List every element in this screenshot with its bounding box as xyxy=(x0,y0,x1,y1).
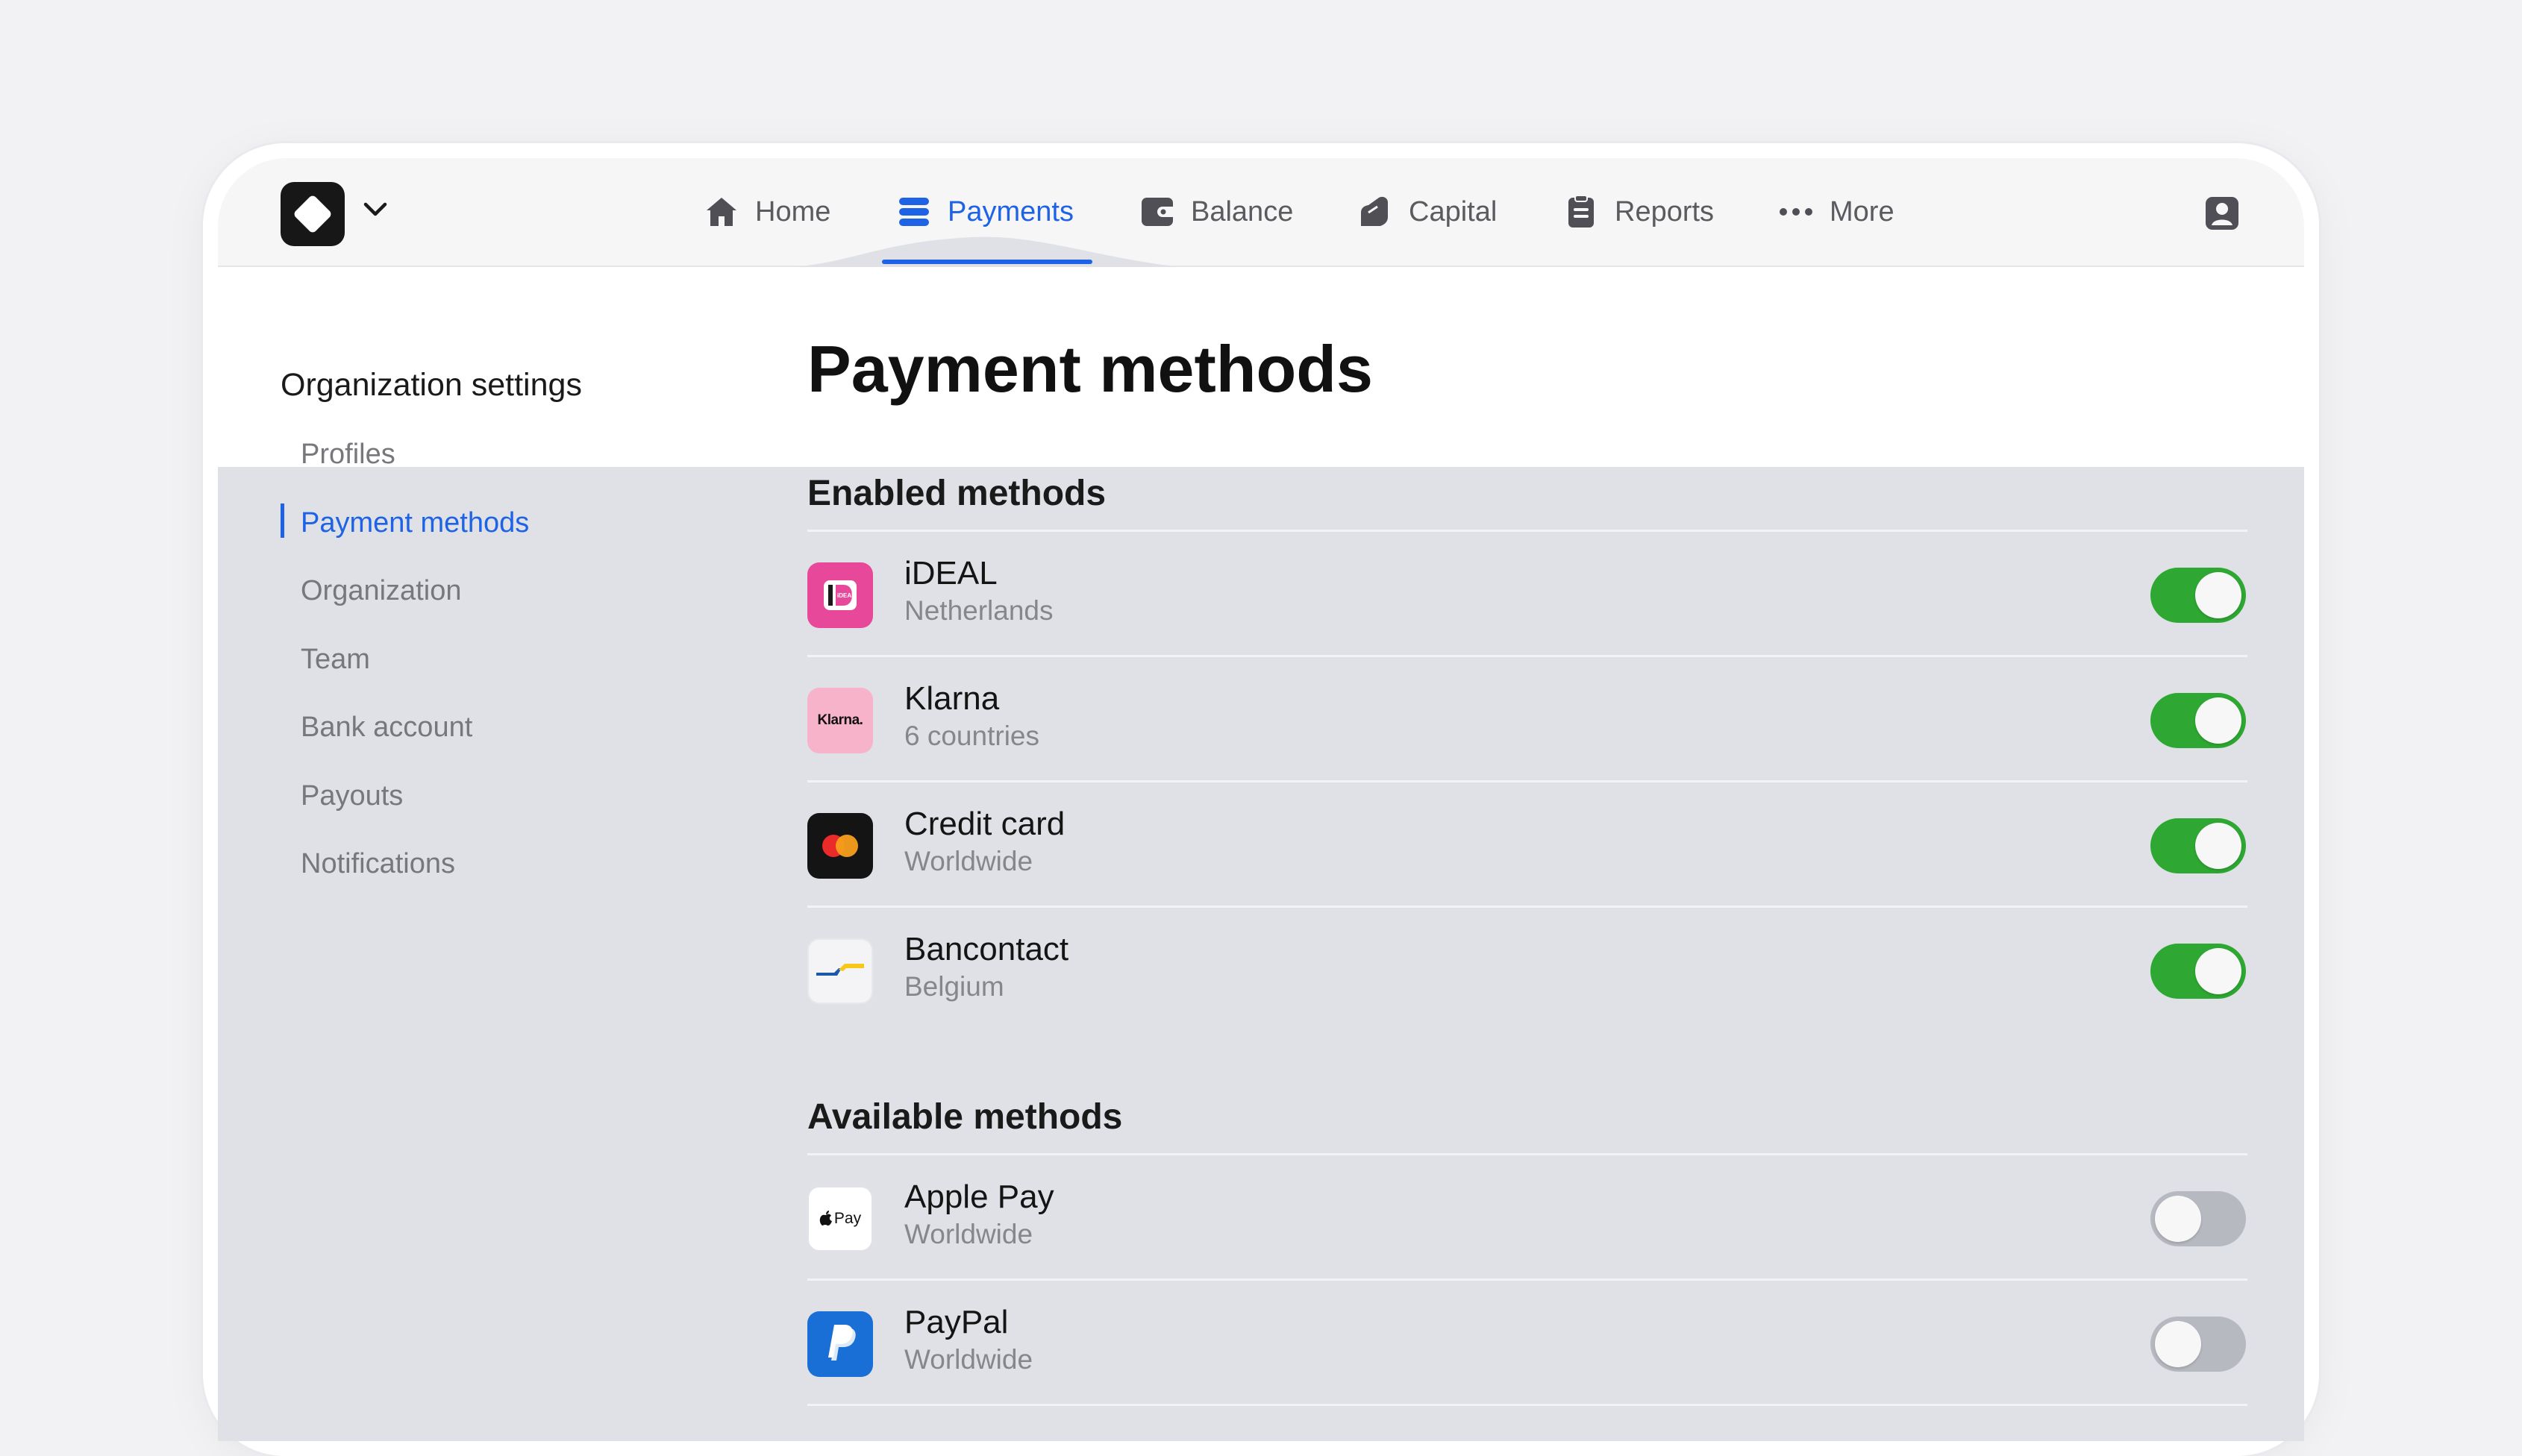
payment-method-region: 6 countries xyxy=(904,721,1039,751)
payment-method-region: Netherlands xyxy=(904,595,1054,626)
home-icon xyxy=(707,198,736,226)
ideal-toggle[interactable] xyxy=(2150,568,2246,623)
sidebar-active-marker xyxy=(281,503,284,538)
nav-payments-label: Payments xyxy=(948,195,1074,228)
sidebar-item-notifications[interactable]: Notifications xyxy=(301,848,455,880)
divider xyxy=(807,530,2247,532)
nav-more[interactable]: More xyxy=(1779,191,1894,233)
apple-pay-logo-text: Pay xyxy=(833,1210,862,1227)
divider xyxy=(807,780,2247,782)
sidebar-item-team[interactable]: Team xyxy=(301,644,370,676)
payment-method-name: Credit card xyxy=(904,806,1066,842)
nav-reports-label: Reports xyxy=(1615,195,1715,228)
payment-method-region: Belgium xyxy=(904,971,1004,1002)
user-avatar-icon[interactable] xyxy=(2204,195,2240,231)
enabled-methods-heading: Enabled methods xyxy=(807,474,1107,513)
payment-method-name: PayPal xyxy=(904,1304,1009,1340)
toggle-knob xyxy=(2195,572,2241,618)
divider xyxy=(807,1404,2247,1406)
payment-method-region: Worldwide xyxy=(904,1344,1033,1375)
credit-card-toggle[interactable] xyxy=(2150,818,2246,873)
page-title: Payment methods xyxy=(807,332,1373,406)
nav-capital[interactable]: Capital xyxy=(1358,191,1497,233)
payment-method-row-credit-card: Credit card Worldwide xyxy=(807,806,2247,938)
toggle-knob xyxy=(2195,948,2241,994)
payment-method-row-bancontact: Bancontact Belgium xyxy=(807,931,2247,1064)
sidebar-item-organization[interactable]: Organization xyxy=(301,575,461,607)
nav-home[interactable]: Home xyxy=(704,191,830,233)
nav-balance-label: Balance xyxy=(1191,195,1294,228)
app-logo[interactable] xyxy=(281,182,345,246)
chevron-down-icon[interactable] xyxy=(363,201,388,218)
nav-capital-label: Capital xyxy=(1409,195,1498,228)
divider xyxy=(807,906,2247,908)
nav-active-indicator xyxy=(882,260,1092,264)
apple-pay-icon: Pay xyxy=(807,1186,873,1252)
payments-icon xyxy=(899,198,929,226)
payment-method-row-ideal: iDEAL iDEAL Netherlands xyxy=(807,555,2247,688)
payment-method-name: Bancontact xyxy=(904,931,1069,967)
divider xyxy=(807,1153,2247,1155)
paypal-icon xyxy=(807,1311,873,1377)
app-screen: Home Payments Balance Capital Reports Mo… xyxy=(218,158,2304,1441)
capital-icon xyxy=(1361,196,1388,226)
payment-method-region: Worldwide xyxy=(904,846,1033,876)
payment-method-row-paypal: PayPal Worldwide xyxy=(807,1304,2247,1437)
payment-method-name: Klarna xyxy=(904,680,1000,717)
klarna-toggle[interactable] xyxy=(2150,693,2246,748)
toggle-knob xyxy=(2195,823,2241,869)
nav-more-label: More xyxy=(1830,195,1894,228)
divider xyxy=(807,1278,2247,1281)
ideal-icon: iDEAL xyxy=(807,562,873,628)
nav-balance[interactable]: Balance xyxy=(1140,191,1293,233)
mastercard-icon xyxy=(807,813,873,879)
toggle-knob xyxy=(2155,1321,2201,1367)
bancontact-toggle[interactable] xyxy=(2150,944,2246,999)
paypal-toggle[interactable] xyxy=(2150,1317,2246,1372)
payment-method-name: Apple Pay xyxy=(904,1179,1054,1215)
sidebar-item-bank-account[interactable]: Bank account xyxy=(301,712,472,744)
klarna-logo-text: Klarna. xyxy=(817,712,863,728)
clipboard-icon xyxy=(1568,195,1594,228)
klarna-icon: Klarna. xyxy=(807,688,873,753)
payment-method-region: Worldwide xyxy=(904,1219,1033,1249)
payment-method-row-apple-pay: Pay Apple Pay Worldwide xyxy=(807,1179,2247,1311)
top-nav-bar: Home Payments Balance Capital Reports Mo… xyxy=(218,158,2304,267)
divider xyxy=(807,655,2247,657)
svg-text:iDEAL: iDEAL xyxy=(837,592,855,599)
payment-method-row-klarna: Klarna. Klarna 6 countries xyxy=(807,680,2247,813)
toggle-knob xyxy=(2155,1196,2201,1242)
bancontact-icon xyxy=(807,938,873,1004)
apple-pay-toggle[interactable] xyxy=(2150,1191,2246,1246)
nav-reports[interactable]: Reports xyxy=(1564,191,1714,233)
more-dots-icon xyxy=(1780,208,1812,216)
logo-diamond-icon xyxy=(294,195,331,233)
sidebar-item-profiles[interactable]: Profiles xyxy=(301,439,395,471)
available-methods-heading: Available methods xyxy=(807,1097,1123,1137)
wallet-icon xyxy=(1142,198,1173,226)
toggle-knob xyxy=(2195,697,2241,744)
nav-home-label: Home xyxy=(755,195,831,228)
sidebar-item-payment-methods[interactable]: Payment methods xyxy=(301,507,529,539)
apple-logo-icon xyxy=(819,1211,832,1226)
payment-method-name: iDEAL xyxy=(904,555,998,592)
nav-payments[interactable]: Payments xyxy=(897,191,1074,233)
sidebar-item-payouts[interactable]: Payouts xyxy=(301,780,403,812)
sidebar-title: Organization settings xyxy=(281,367,582,403)
